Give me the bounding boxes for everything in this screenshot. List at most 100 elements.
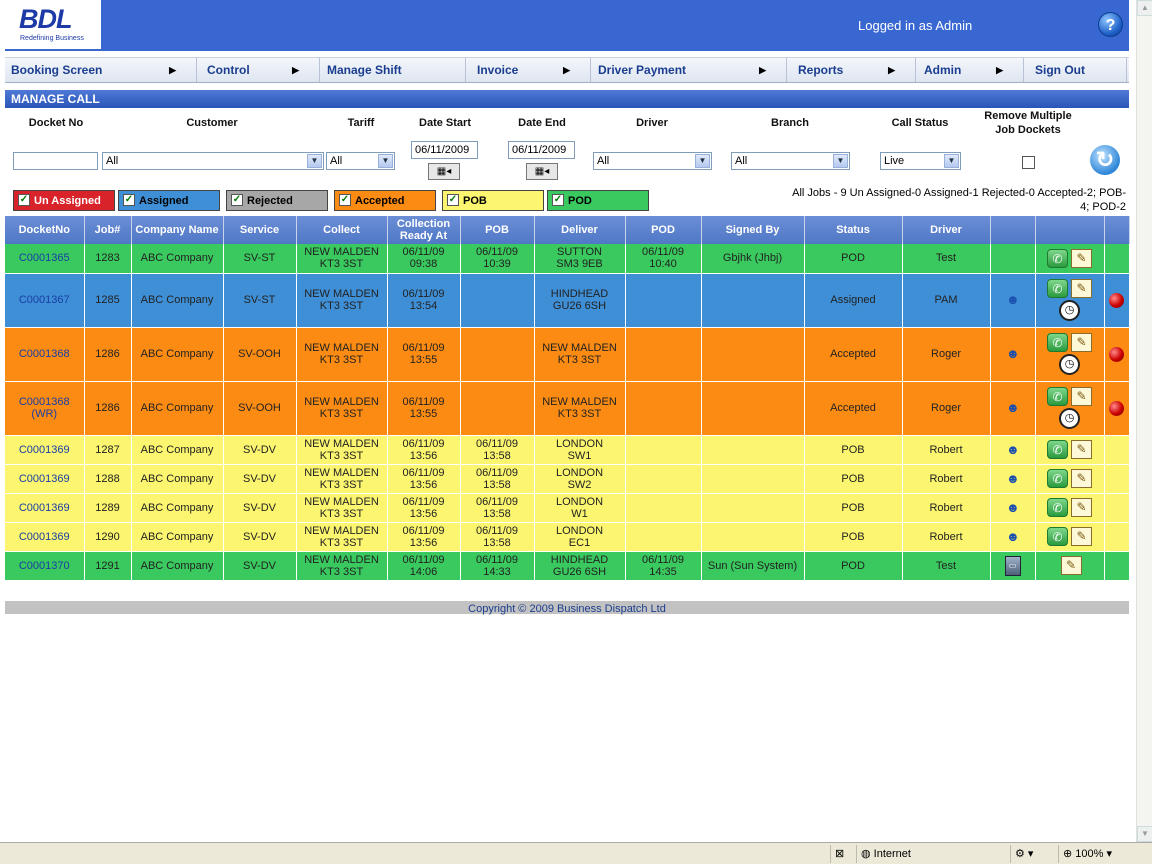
column-header[interactable]: Signed By <box>701 216 805 244</box>
table-row[interactable]: C0001369 1287 ABC Company SV-DV NEW MALDEN KT… <box>5 435 1130 465</box>
column-header[interactable]: Service <box>223 216 297 244</box>
nav-driver-payment[interactable]: Driver Payment ▶ <box>592 58 787 82</box>
help-icon[interactable]: ? <box>1098 12 1123 37</box>
scroll-down-icon[interactable]: ▼ <box>1137 826 1152 842</box>
tariff-select[interactable]: All ▼ <box>326 152 395 170</box>
docket-link[interactable]: C0001365 <box>5 244 85 274</box>
driver-action[interactable]: ▭ <box>990 551 1036 581</box>
phone-icon[interactable]: ✆ <box>1047 440 1068 459</box>
table-row[interactable]: C0001367 1285 ABC Company SV-ST NEW MALDEN KT… <box>5 273 1130 328</box>
column-header[interactable]: DocketNo <box>5 216 85 244</box>
phone-icon[interactable]: ✆ <box>1047 333 1068 352</box>
driver-action[interactable]: ☻ <box>990 327 1036 382</box>
column-header[interactable] <box>1035 216 1105 244</box>
row-alert[interactable] <box>1104 327 1130 382</box>
row-actions[interactable]: ✆ ✎ <box>1035 244 1105 274</box>
edit-note-icon[interactable]: ✎ <box>1071 387 1092 406</box>
clock-icon[interactable]: ◷ <box>1059 408 1080 429</box>
alert-dot-icon[interactable] <box>1109 400 1124 416</box>
legend-unassigned[interactable]: ✓ Un Assigned <box>13 190 115 211</box>
edit-note-icon[interactable]: ✎ <box>1071 527 1092 546</box>
docket-link[interactable]: C0001368 (WR) <box>5 381 85 436</box>
check-icon[interactable]: ✓ <box>447 194 459 206</box>
chevron-down-icon[interactable]: ▼ <box>378 154 393 168</box>
row-actions[interactable]: ✆ ✎ ◷ <box>1035 327 1105 382</box>
chevron-down-icon[interactable]: ▼ <box>695 154 710 168</box>
monitor-icon[interactable]: ▭ <box>1004 555 1021 576</box>
calendar-icon[interactable]: ▦◂ <box>526 163 558 180</box>
nav-booking-screen[interactable]: Booking Screen ▶ <box>5 58 197 82</box>
edit-note-icon[interactable]: ✎ <box>1071 279 1092 298</box>
docket-link[interactable]: C0001368 <box>5 327 85 382</box>
blocked-icon[interactable]: ⊠ <box>830 845 854 863</box>
nav-invoice[interactable]: Invoice ▶ <box>471 58 591 82</box>
nav-admin[interactable]: Admin ▶ <box>918 58 1024 82</box>
docket-link[interactable]: C0001369 <box>5 493 85 523</box>
check-icon[interactable]: ✓ <box>18 194 30 206</box>
legend-rejected[interactable]: ✓ Rejected <box>226 190 328 211</box>
driver-action[interactable]: ☻ <box>990 493 1036 523</box>
chevron-down-icon[interactable]: ▼ <box>307 154 322 168</box>
clock-icon[interactable]: ◷ <box>1059 300 1080 321</box>
legend-assigned[interactable]: ✓ Assigned <box>118 190 220 211</box>
table-row[interactable]: C0001369 1290 ABC Company SV-DV NEW MALDEN KT… <box>5 522 1130 552</box>
clock-icon[interactable]: ◷ <box>1059 354 1080 375</box>
branch-select[interactable]: All ▼ <box>731 152 850 170</box>
customer-select[interactable]: All ▼ <box>102 152 324 170</box>
driver-person-icon[interactable]: ☻ <box>1006 400 1020 416</box>
docket-no-input[interactable] <box>13 152 98 170</box>
phone-icon[interactable]: ✆ <box>1047 279 1068 298</box>
check-icon[interactable]: ✓ <box>231 194 243 206</box>
docket-link[interactable]: C0001369 <box>5 435 85 465</box>
date-end-input[interactable]: 06/11/2009 <box>508 141 575 159</box>
table-row[interactable]: C0001368 (WR) 1286 ABC Company SV-OOH NEW MA… <box>5 381 1130 436</box>
legend-pod[interactable]: ✓ POD <box>547 190 649 211</box>
edit-note-icon[interactable]: ✎ <box>1071 248 1092 268</box>
edit-note-icon[interactable]: ✎ <box>1071 440 1092 459</box>
nav-sign-out[interactable]: Sign Out <box>1029 58 1127 82</box>
phone-icon[interactable]: ✆ <box>1047 248 1068 268</box>
zoom-control[interactable]: ⊕ 100% ▾ <box>1058 845 1138 863</box>
driver-person-icon[interactable]: ☻ <box>1006 292 1020 308</box>
scroll-up-icon[interactable]: ▲ <box>1137 0 1152 16</box>
table-row[interactable]: C0001369 1288 ABC Company SV-DV NEW MALDEN KT… <box>5 464 1130 494</box>
table-row[interactable]: C0001369 1289 ABC Company SV-DV NEW MALDEN KT… <box>5 493 1130 523</box>
column-header[interactable]: Collection Ready At <box>387 216 461 244</box>
docket-link[interactable]: C0001370 <box>5 551 85 581</box>
chevron-down-icon[interactable]: ▼ <box>833 154 848 168</box>
row-actions[interactable]: ✆ ✎ ◷ <box>1035 273 1105 328</box>
table-row[interactable]: C0001370 1291 ABC Company SV-DV NEW MALDEN KT… <box>5 551 1130 581</box>
column-header[interactable]: Driver <box>902 216 991 244</box>
row-actions[interactable]: ✆ ✎ <box>1035 493 1105 523</box>
table-row[interactable]: C0001365 1283 ABC Company SV-ST NEW MALDEN KT… <box>5 244 1130 274</box>
phone-icon[interactable]: ✆ <box>1047 527 1068 546</box>
column-header[interactable] <box>1104 216 1130 244</box>
column-header[interactable]: Job# <box>84 216 132 244</box>
driver-person-icon[interactable]: ☻ <box>1006 500 1020 516</box>
driver-person-icon[interactable]: ☻ <box>1006 442 1020 458</box>
docket-link[interactable]: C0001369 <box>5 522 85 552</box>
check-icon[interactable]: ✓ <box>552 194 564 206</box>
row-alert[interactable] <box>1104 381 1130 436</box>
call-status-select[interactable]: Live ▼ <box>880 152 961 170</box>
protected-mode-icon[interactable]: ⚙ ▾ <box>1010 845 1056 863</box>
vertical-scrollbar[interactable]: ▲ ▼ <box>1136 0 1152 842</box>
driver-action[interactable]: ☻ <box>990 464 1036 494</box>
phone-icon[interactable]: ✆ <box>1047 469 1068 488</box>
bdl-logo[interactable]: BDL Redefining Business <box>5 0 101 49</box>
row-actions[interactable]: ✆ ✎ <box>1035 522 1105 552</box>
column-header[interactable] <box>990 216 1036 244</box>
driver-action[interactable]: ☻ <box>990 381 1036 436</box>
check-icon[interactable]: ✓ <box>339 194 351 206</box>
driver-person-icon[interactable]: ☻ <box>1006 471 1020 487</box>
column-header[interactable]: Deliver <box>534 216 626 244</box>
phone-icon[interactable]: ✆ <box>1047 498 1068 517</box>
driver-action[interactable]: ☻ <box>990 435 1036 465</box>
edit-note-icon[interactable]: ✎ <box>1060 556 1082 575</box>
column-header[interactable]: POB <box>460 216 535 244</box>
edit-note-icon[interactable]: ✎ <box>1071 469 1092 488</box>
column-header[interactable]: Collect <box>296 216 388 244</box>
row-actions[interactable]: ✆ ✎ ◷ <box>1035 381 1105 436</box>
driver-select[interactable]: All ▼ <box>593 152 712 170</box>
docket-link[interactable]: C0001369 <box>5 464 85 494</box>
